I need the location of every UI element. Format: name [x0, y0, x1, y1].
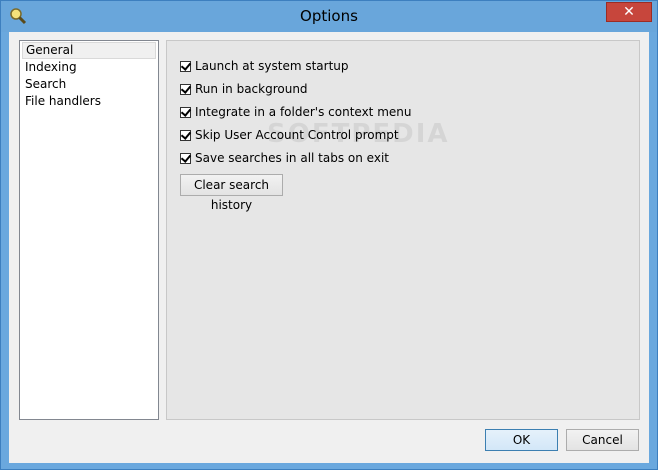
run-in-background-checkbox[interactable] [180, 83, 191, 95]
option-label: Save searches in all tabs on exit [195, 151, 389, 165]
title-bar[interactable]: Options ✕ [1, 1, 657, 32]
option-label: Run in background [195, 82, 308, 96]
watermark: SOFTPEDIA [267, 119, 450, 149]
close-icon: ✕ [623, 4, 635, 20]
dialog-body: General Indexing Search File handlers La… [9, 32, 649, 463]
context-menu-option[interactable]: Integrate in a folder's context menu [180, 104, 412, 120]
window-title: Options [300, 7, 358, 25]
context-menu-checkbox[interactable] [180, 106, 191, 118]
cancel-button[interactable]: Cancel [566, 429, 639, 451]
launch-at-startup-checkbox[interactable] [180, 60, 191, 72]
option-label: Integrate in a folder's context menu [195, 105, 412, 119]
save-searches-option[interactable]: Save searches in all tabs on exit [180, 150, 389, 166]
run-in-background-option[interactable]: Run in background [180, 81, 308, 97]
sidebar-item-search[interactable]: Search [20, 76, 158, 93]
sidebar-item-indexing[interactable]: Indexing [20, 59, 158, 76]
general-settings-panel: Launch at system startup Run in backgrou… [166, 40, 640, 420]
ok-button[interactable]: OK [485, 429, 558, 451]
sidebar-item-file-handlers[interactable]: File handlers [20, 93, 158, 110]
options-window: Options ✕ General Indexing Search File h… [0, 0, 658, 470]
launch-at-startup-option[interactable]: Launch at system startup [180, 58, 349, 74]
option-label: Launch at system startup [195, 59, 349, 73]
clear-search-history-button[interactable]: Clear search history [180, 174, 283, 212]
save-searches-checkbox[interactable] [180, 152, 191, 164]
close-button[interactable]: ✕ [606, 2, 652, 22]
sidebar-item-general[interactable]: General [22, 42, 156, 59]
skip-uac-checkbox[interactable] [180, 129, 191, 141]
category-list[interactable]: General Indexing Search File handlers [19, 40, 159, 420]
